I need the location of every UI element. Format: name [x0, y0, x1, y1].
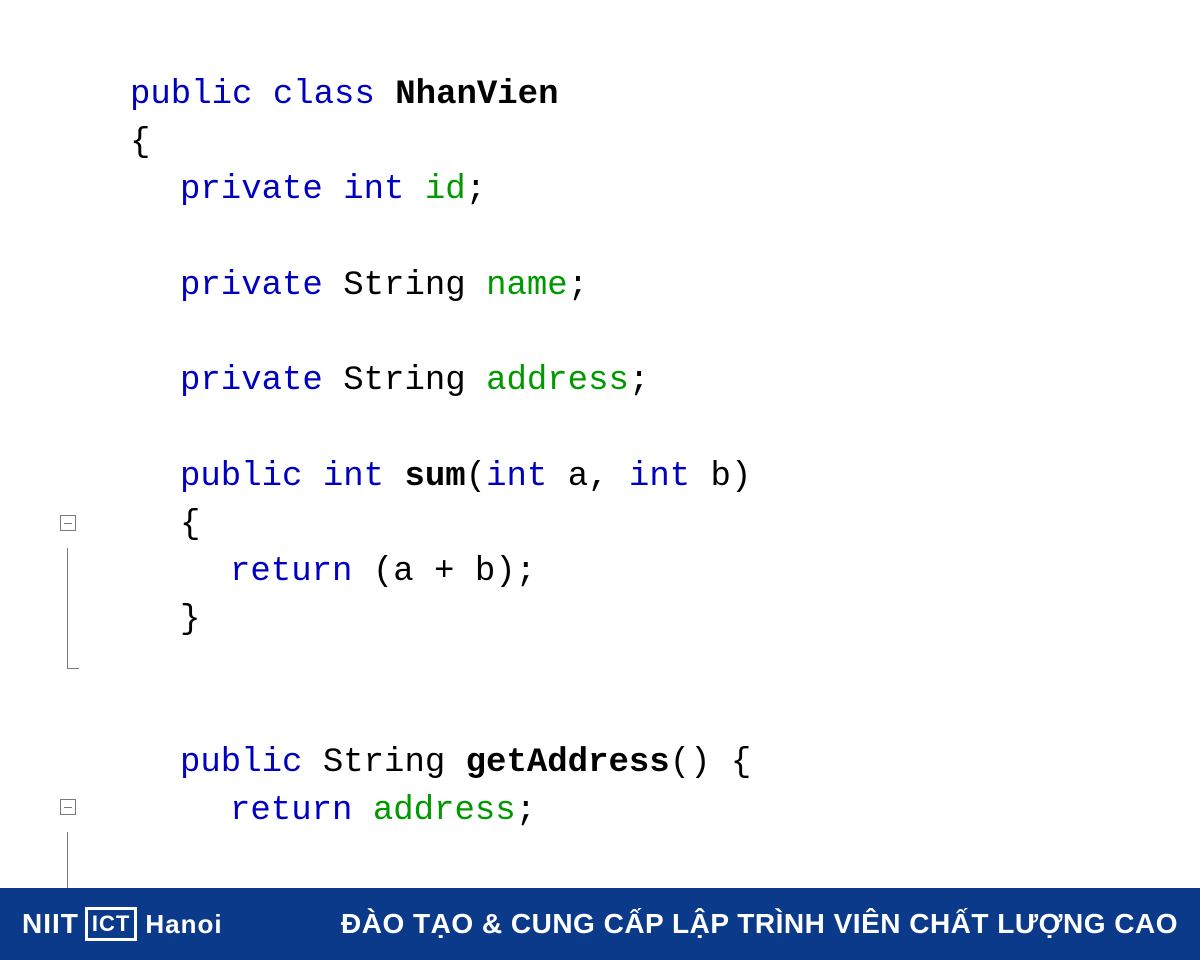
brand-niit: NIIT [22, 908, 79, 940]
fold-marker-sum[interactable] [60, 500, 79, 669]
brand-hanoi: Hanoi [145, 909, 222, 940]
code-editor: public class NhanVien { private int id; … [60, 72, 1160, 836]
code-line: return address; [130, 788, 1160, 836]
code-line: return (a + b); [130, 549, 1160, 597]
footer-bar: NIIT ICT Hanoi ĐÀO TẠO & CUNG CẤP LẬP TR… [0, 888, 1200, 960]
brand-logo: NIIT ICT Hanoi [22, 907, 223, 941]
footer-slogan: ĐÀO TẠO & CUNG CẤP LẬP TRÌNH VIÊN CHẤT L… [341, 908, 1178, 940]
brand-ict: ICT [85, 907, 137, 941]
fold-marker-getaddress[interactable] [60, 784, 76, 902]
code-line: } [130, 597, 1160, 645]
code-line: { [130, 502, 1160, 550]
code-line: public String getAddress() { [130, 740, 1160, 788]
code-line: private String name; [130, 263, 1160, 311]
code-line: public class NhanVien [130, 72, 1160, 120]
code-line: public int sum(int a, int b) [130, 454, 1160, 502]
code-line: { [130, 120, 1160, 168]
code-line: private int id; [130, 167, 1160, 215]
code-line: private String address; [130, 358, 1160, 406]
